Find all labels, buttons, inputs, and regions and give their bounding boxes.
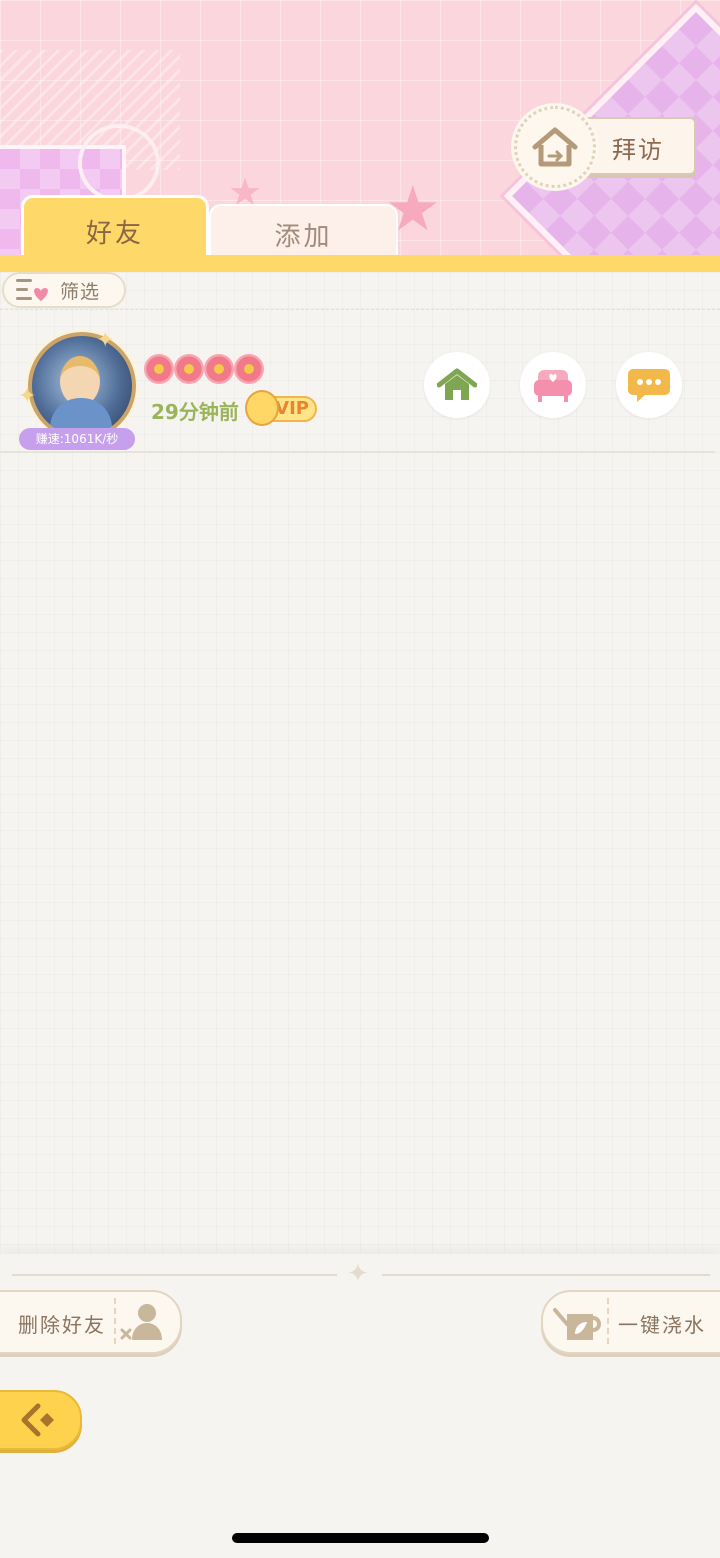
sparkle-icon: ✦ (347, 1259, 369, 1289)
divider (0, 309, 720, 310)
filter-heart-icon (16, 279, 48, 301)
visit-house-icon[interactable] (514, 106, 596, 188)
flower-icon (174, 354, 204, 384)
tab-add-label: 添加 (274, 221, 333, 252)
divider (114, 1298, 116, 1344)
tab-add[interactable]: 添加 (209, 204, 398, 262)
chat-icon (628, 369, 670, 402)
home-icon (437, 368, 477, 400)
divider (12, 1274, 337, 1276)
watering-can-icon (553, 1308, 601, 1340)
vip-crown-icon (245, 390, 279, 426)
divider (607, 1298, 609, 1344)
chat-button[interactable] (616, 352, 682, 418)
flower-rating (144, 354, 264, 386)
water-all-button[interactable]: 一键浇水 (541, 1290, 720, 1354)
delete-friend-button[interactable]: 删除好友 (0, 1290, 182, 1354)
divider (0, 451, 715, 453)
home-indicator[interactable] (232, 1533, 489, 1543)
sofa-button[interactable] (520, 352, 586, 418)
decor-cloud (78, 124, 160, 202)
filter-label: 筛选 (60, 280, 101, 303)
back-button[interactable] (0, 1390, 82, 1450)
back-arrow-icon (21, 1403, 54, 1437)
sofa-icon (534, 370, 572, 402)
divider (382, 1274, 710, 1276)
tab-friends[interactable]: 好友 (21, 195, 209, 264)
avatar[interactable] (28, 332, 136, 440)
delete-friend-label: 删除好友 (18, 1313, 106, 1337)
water-all-label: 一键浇水 (618, 1313, 706, 1337)
tab-underline (0, 255, 720, 272)
sparkle-icon: ✦ (18, 384, 37, 409)
visit-button-label: 拜访 (612, 136, 664, 164)
last-online-time: 29分钟前 (151, 400, 239, 424)
remove-user-icon (120, 1304, 162, 1340)
earn-speed-badge: 赚速:1061K/秒 (19, 428, 135, 450)
visit-home-button[interactable] (424, 352, 490, 418)
flower-icon (234, 354, 264, 384)
tab-friends-label: 好友 (85, 218, 144, 249)
flower-icon (144, 354, 174, 384)
filter-button[interactable]: 筛选 (2, 272, 126, 308)
flower-icon (204, 354, 234, 384)
friend-list-item[interactable]: ✦ ✦ 赚速:1061K/秒 29分钟前 VIP (0, 320, 720, 452)
sparkle-icon: ✦ (96, 328, 115, 353)
